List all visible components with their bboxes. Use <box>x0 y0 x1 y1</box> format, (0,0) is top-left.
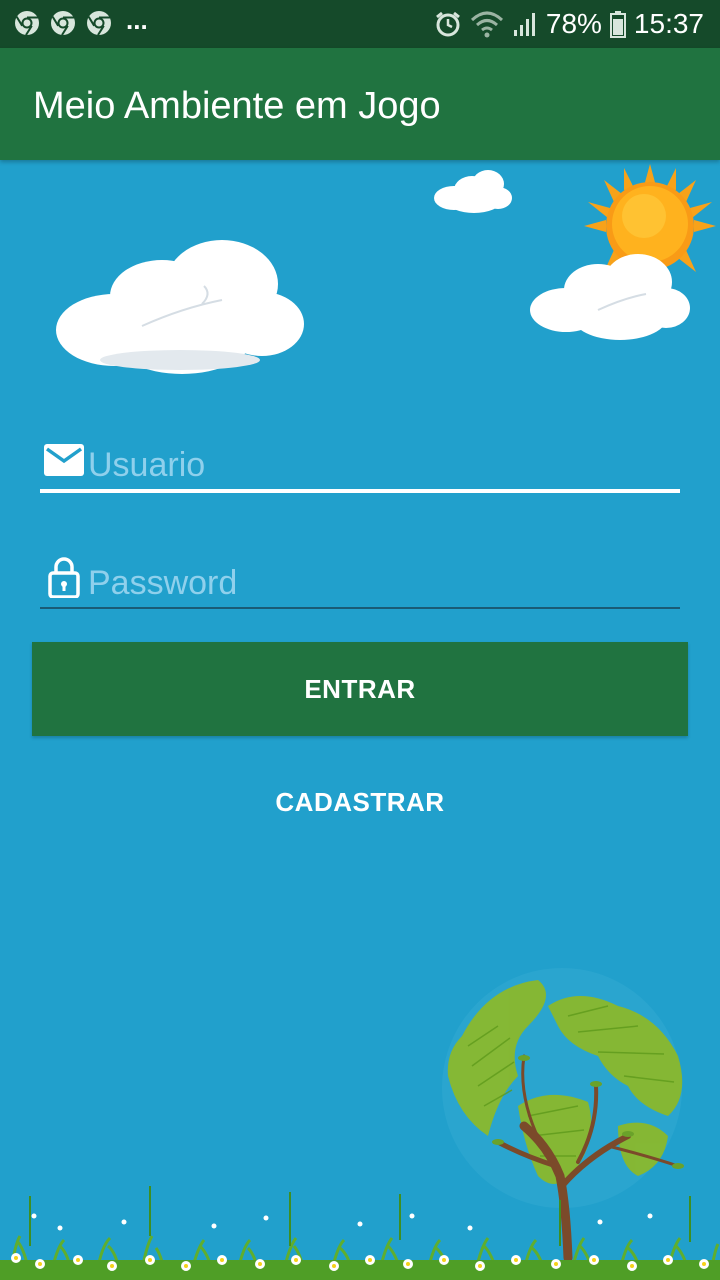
cloud-large-illustration <box>56 240 304 374</box>
status-bar: ... 78% 15:37 <box>0 0 720 48</box>
cloud-small-illustration <box>434 170 512 213</box>
username-underline <box>40 489 680 493</box>
password-input[interactable] <box>88 558 668 608</box>
chrome-icon <box>51 11 75 36</box>
app-title: Meio Ambiente em Jogo <box>33 85 441 127</box>
cloud-medium-illustration <box>530 254 690 340</box>
password-field <box>40 556 680 610</box>
notification-overflow: ... <box>126 5 148 35</box>
lock-icon <box>48 557 80 598</box>
app-bar: Meio Ambiente em Jogo <box>0 48 720 160</box>
alarm-icon <box>435 11 460 37</box>
password-underline <box>40 607 680 609</box>
battery-icon <box>609 11 626 38</box>
username-field <box>40 440 680 494</box>
clock: 15:37 <box>633 8 704 39</box>
username-input[interactable] <box>88 440 668 490</box>
signal-icon <box>513 13 535 36</box>
battery-percent: 78% <box>545 8 602 39</box>
chrome-icon <box>15 11 39 36</box>
wifi-icon <box>470 11 503 38</box>
grass-illustration <box>0 1186 720 1280</box>
mail-icon <box>44 444 84 476</box>
enter-button[interactable]: ENTRAR <box>32 642 688 736</box>
register-button[interactable]: CADASTRAR <box>230 770 490 834</box>
chrome-icon <box>87 11 111 36</box>
